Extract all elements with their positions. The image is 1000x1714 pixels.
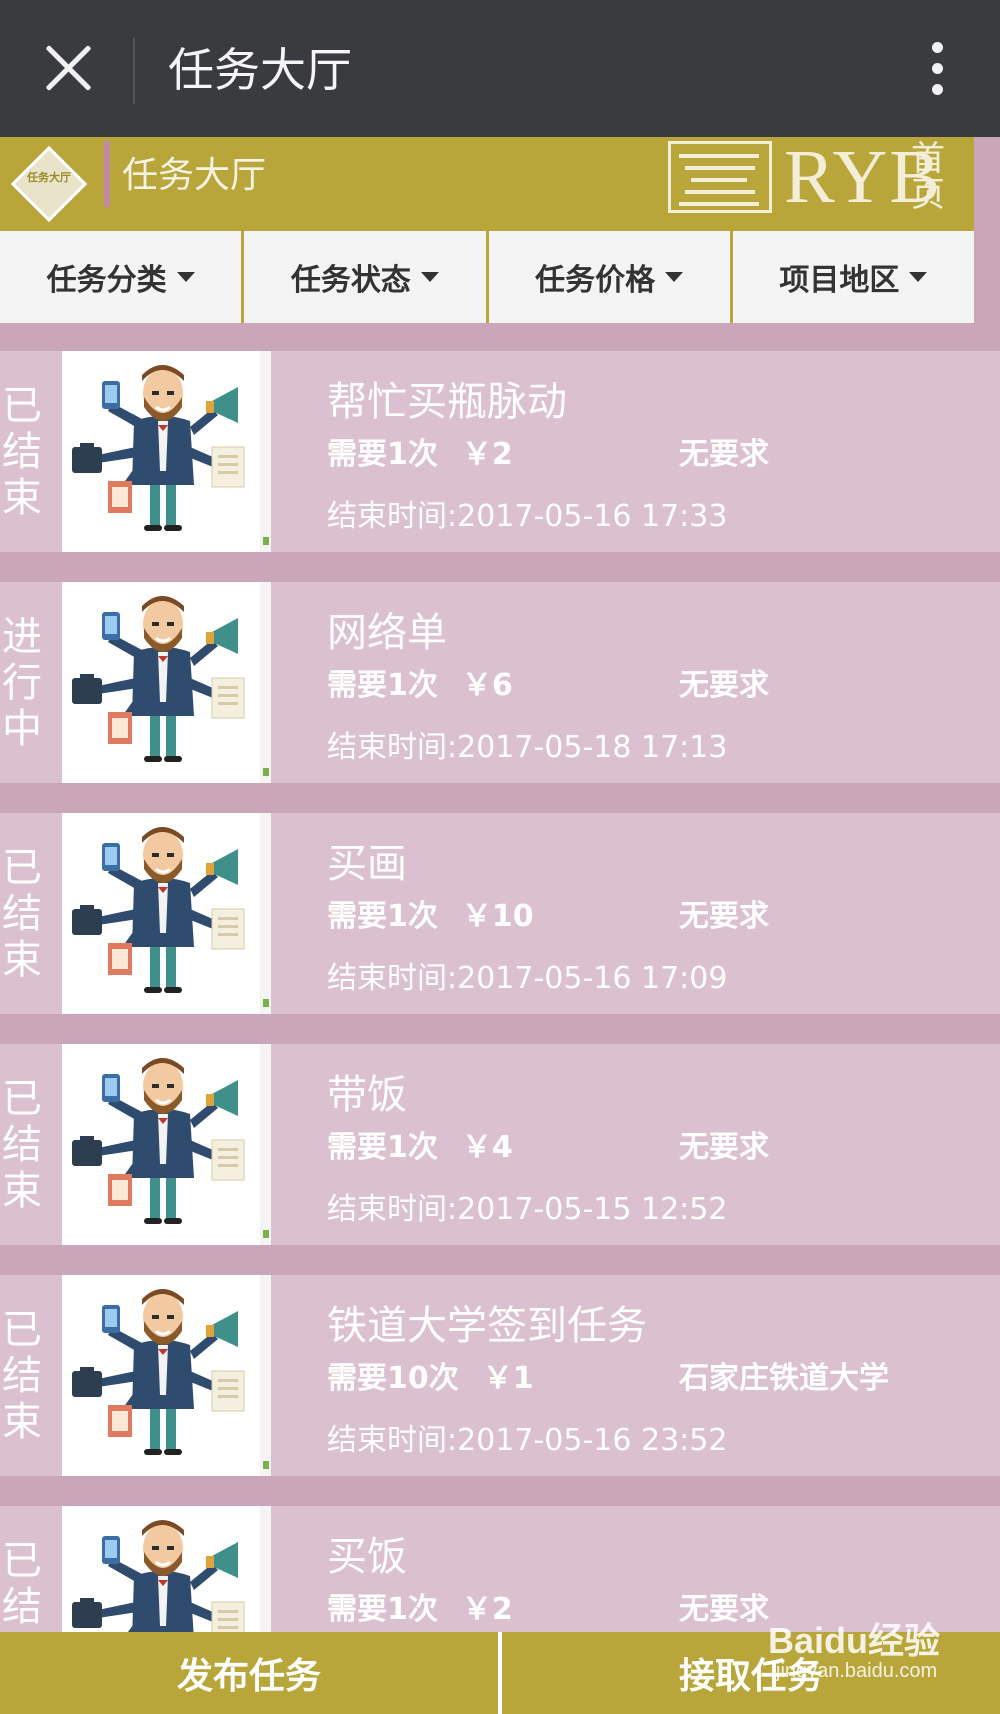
task-info: 买画需要1次 ￥10 无要求结束时间:2017-05-16 17:09 bbox=[327, 813, 1000, 1014]
home-link[interactable]: RYB 首页 bbox=[668, 137, 964, 217]
close-icon[interactable] bbox=[40, 40, 96, 96]
task-hall-logo: 任务大厅 bbox=[10, 145, 88, 223]
task-status: 已结束 bbox=[2, 1537, 46, 1633]
task-requirement: 无要求 bbox=[679, 668, 769, 703]
task-times: 需要1次 bbox=[327, 899, 438, 934]
home-label: 首页 bbox=[911, 139, 945, 215]
task-name: 帮忙买瓶脉动 bbox=[327, 379, 567, 425]
task-times: 需要1次 bbox=[327, 437, 438, 472]
banner-title: 任务大厅 bbox=[122, 155, 267, 196]
task-status: 已结束 bbox=[2, 1306, 46, 1445]
task-meta: 需要10次 ￥1 石家庄铁道大学 bbox=[327, 1359, 967, 1399]
task-meta: 需要1次 ￥4 无要求 bbox=[327, 1128, 967, 1168]
header-banner: 任务大厅 任务大厅 RYB 首页 bbox=[0, 137, 974, 231]
task-times: 需要1次 bbox=[327, 1592, 438, 1627]
app-bar: 任务大厅 bbox=[0, 0, 1000, 137]
task-card[interactable]: 已结束 bbox=[0, 1275, 1000, 1476]
filter-bar: 任务分类 任务状态 任务价格 项目地区 bbox=[0, 231, 974, 323]
banner-accent-bar bbox=[104, 141, 110, 207]
task-status: 已结束 bbox=[2, 1075, 46, 1214]
publish-task-button[interactable]: 发布任务 bbox=[0, 1632, 498, 1714]
task-times: 需要1次 bbox=[327, 668, 438, 703]
task-end-time: 结束时间:2017-05-15 12:52 bbox=[327, 1192, 728, 1227]
baidu-watermark: Baidu经验 jingyan.baidu.com bbox=[768, 1620, 941, 1682]
filter-region[interactable]: 项目地区 bbox=[732, 231, 974, 323]
task-thumbnail bbox=[62, 1044, 271, 1245]
task-thumbnail bbox=[62, 1506, 271, 1632]
task-status: 进行中 bbox=[2, 613, 46, 752]
task-card[interactable]: 已结束 bbox=[0, 1044, 1000, 1245]
task-name: 买饭 bbox=[327, 1534, 407, 1580]
task-times: 需要1次 bbox=[327, 1130, 438, 1165]
task-end-time: 结束时间:2017-05-16 17:09 bbox=[327, 961, 728, 996]
task-card[interactable]: 进行中 网络单 需要1次 ￥6 无要求 结束时间:2017-05-18 17:1… bbox=[0, 582, 1000, 783]
task-thumbnail bbox=[62, 1275, 271, 1476]
task-meta: 需要1次 ￥2 无要求 bbox=[327, 435, 967, 475]
task-name: 带饭 bbox=[327, 1072, 407, 1118]
task-price: ￥10 bbox=[461, 899, 534, 934]
task-card[interactable]: 已结束 bbox=[0, 351, 1000, 552]
task-requirement: 无要求 bbox=[679, 437, 769, 472]
task-name: 买画 bbox=[327, 841, 407, 887]
task-thumbnail bbox=[62, 582, 271, 783]
task-thumbnail bbox=[62, 351, 271, 552]
caret-down-icon bbox=[420, 272, 439, 282]
task-requirement: 石家庄铁道大学 bbox=[679, 1361, 889, 1396]
divider bbox=[133, 38, 135, 104]
ryb-logo-icon bbox=[668, 141, 772, 213]
task-requirement: 无要求 bbox=[679, 1130, 769, 1165]
task-card[interactable]: 已结束 bbox=[0, 813, 1000, 1014]
caret-down-icon bbox=[176, 272, 195, 282]
task-info: 带饭需要1次 ￥4 无要求结束时间:2017-05-15 12:52 bbox=[327, 1044, 1000, 1245]
task-times: 需要10次 bbox=[327, 1361, 459, 1396]
task-name: 网络单 bbox=[327, 610, 447, 656]
app-title: 任务大厅 bbox=[168, 43, 352, 97]
filter-price[interactable]: 任务价格 bbox=[488, 231, 730, 323]
task-end-time: 结束时间:2017-05-16 23:52 bbox=[327, 1423, 728, 1458]
task-info: 帮忙买瓶脉动需要1次 ￥2 无要求结束时间:2017-05-16 17:33 bbox=[327, 351, 1000, 552]
task-meta: 需要1次 ￥10 无要求 bbox=[327, 897, 967, 937]
task-price: ￥6 bbox=[461, 668, 513, 703]
task-info: 网络单需要1次 ￥6 无要求结束时间:2017-05-18 17:13 bbox=[327, 582, 1000, 783]
filter-status[interactable]: 任务状态 bbox=[244, 231, 486, 323]
task-status: 已结束 bbox=[2, 382, 46, 521]
task-requirement: 无要求 bbox=[679, 899, 769, 934]
task-requirement: 无要求 bbox=[679, 1592, 769, 1627]
task-name: 铁道大学签到任务 bbox=[327, 1303, 647, 1349]
task-price: ￥2 bbox=[461, 1592, 513, 1627]
task-price: ￥2 bbox=[461, 437, 513, 472]
more-menu-icon[interactable] bbox=[932, 42, 944, 98]
filter-category[interactable]: 任务分类 bbox=[0, 231, 242, 323]
caret-down-icon bbox=[665, 272, 684, 282]
caret-down-icon bbox=[909, 272, 928, 282]
task-end-time: 结束时间:2017-05-18 17:13 bbox=[327, 730, 728, 765]
task-end-time: 结束时间:2017-05-16 17:33 bbox=[327, 499, 728, 534]
task-price: ￥1 bbox=[482, 1361, 534, 1396]
task-price: ￥4 bbox=[461, 1130, 513, 1165]
task-list: 已结束 帮忙买瓶脉动 需要1次 ￥2 无要求 结束时间:2017-05-16 1… bbox=[0, 351, 1000, 1632]
task-thumbnail bbox=[62, 813, 271, 1014]
task-status: 已结束 bbox=[2, 844, 46, 983]
task-info: 铁道大学签到任务需要10次 ￥1 石家庄铁道大学结束时间:2017-05-16 23… bbox=[327, 1275, 1000, 1476]
task-meta: 需要1次 ￥6 无要求 bbox=[327, 666, 967, 706]
